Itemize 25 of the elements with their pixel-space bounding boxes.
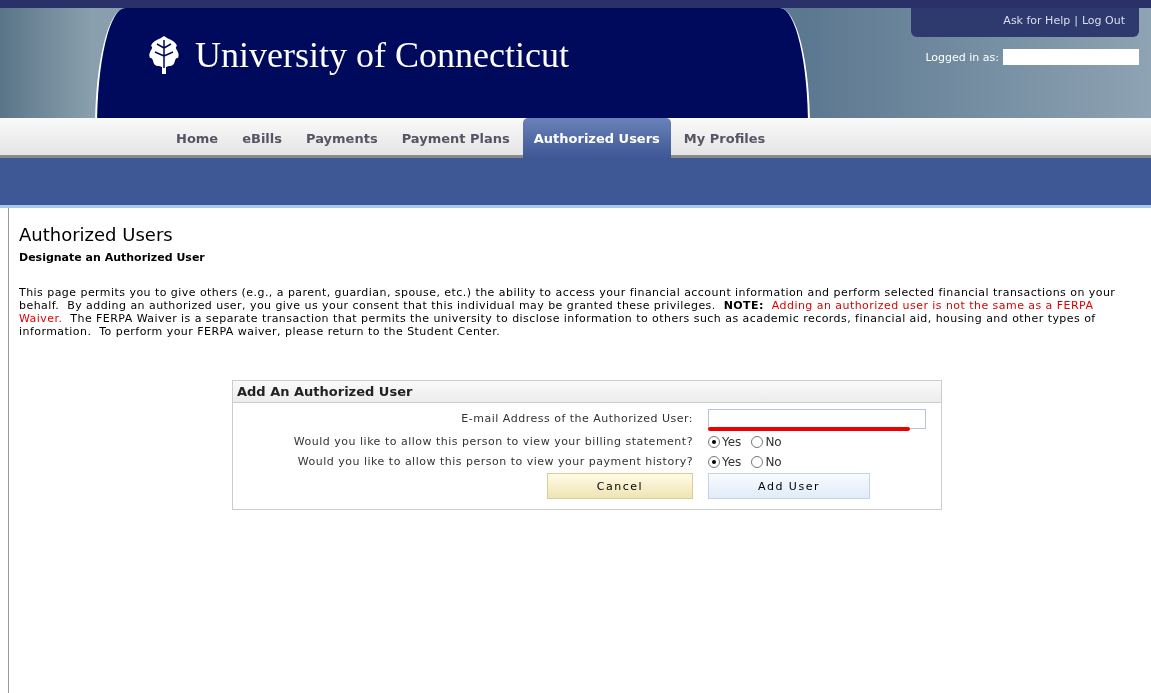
nav-tab[interactable]: Authorized Users xyxy=(522,118,671,158)
nav-tab[interactable]: eBills xyxy=(231,121,294,155)
logged-in-label: Logged in as: xyxy=(925,50,999,64)
nav-tab[interactable]: Payment Plans xyxy=(390,121,521,155)
nav-tab[interactable]: My Profiles xyxy=(672,121,777,155)
question-label: Would you like to allow this person to view your payment history? xyxy=(297,455,693,469)
intro-paragraph: This page permits you to give others (e.g., a parent, guardian, spouse, etc.) the ability to access your financial account information and perform selected financial transactions on your behalf. By adding an authorized user, you give us your consent that this individual may be granted these privileges. NOTE: Adding an authorized user is not the same as a FERPA Waiver. The FERPA Waiver is a separate transaction that permits the university to disclose information to others such as academic records, financial aid, housing and other types of information. To perform your FERPA waiver, please return to the Student Center. xyxy=(19,286,1117,338)
radio-option[interactable]: No xyxy=(751,455,782,469)
page-subtitle: Designate an Authorized User xyxy=(19,251,206,264)
question-label: Would you like to allow this person to view your billing statement? xyxy=(293,435,693,449)
email-field[interactable] xyxy=(708,409,926,429)
radio-option[interactable]: Yes xyxy=(708,435,742,449)
email-label: E-mail Address of the Authorized User: xyxy=(461,412,693,426)
help-link[interactable]: Ask for Help xyxy=(1003,14,1071,27)
university-title: University of Connecticut xyxy=(195,34,569,76)
radio-option[interactable]: No xyxy=(751,435,782,449)
add-user-button[interactable]: Add User xyxy=(708,473,870,499)
nav-tab[interactable]: Home xyxy=(165,121,230,155)
page-title: Authorized Users xyxy=(19,224,174,245)
logout-link[interactable]: Log Out xyxy=(1081,14,1125,27)
radio-option[interactable]: Yes xyxy=(708,455,742,469)
cancel-button[interactable]: Cancel xyxy=(547,473,693,499)
nav-tab[interactable]: Payments xyxy=(295,121,389,155)
link-separator: | xyxy=(1074,14,1078,27)
panel-title: Add An Authorized User xyxy=(233,381,941,403)
